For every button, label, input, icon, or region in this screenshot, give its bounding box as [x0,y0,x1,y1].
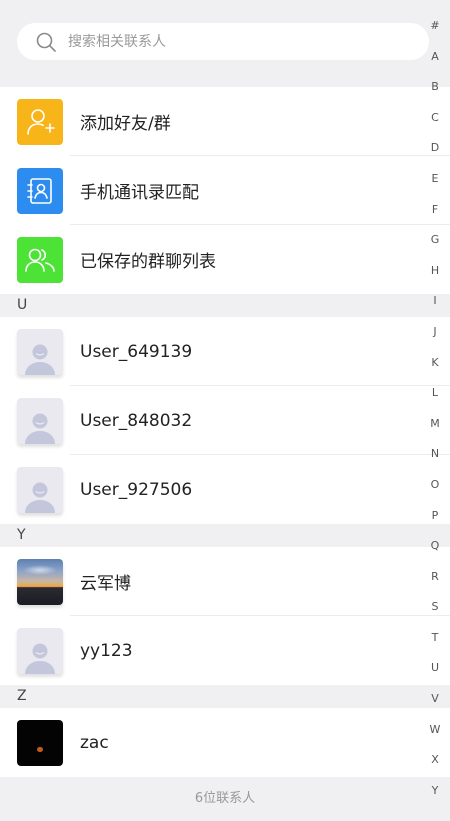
index-letter[interactable]: H [420,256,450,287]
contact-name: zac [80,732,109,753]
phone-contacts-icon [17,167,63,214]
index-letter[interactable]: F [420,195,450,226]
index-letter[interactable]: T [420,623,450,654]
index-letter[interactable]: Q [420,531,450,562]
contact-name: User_848032 [80,410,193,431]
index-letter[interactable]: S [420,592,450,623]
saved-groups-row[interactable]: 已保存的群聊列表 [0,225,450,294]
index-letter[interactable]: E [420,164,450,195]
index-letter[interactable]: X [420,745,450,776]
index-letter[interactable]: K [420,348,450,379]
add-friend-row[interactable]: 添加好友/群 [0,87,450,156]
contact-row[interactable]: User_649139 [0,317,450,386]
index-letter[interactable]: M [420,409,450,440]
section-header-u: U [0,294,450,317]
index-letter[interactable]: P [420,501,450,532]
contact-count: 6位联系人 [194,791,256,806]
search-bar-area [0,0,450,86]
search-icon [36,32,56,52]
index-letter[interactable]: B [420,72,450,103]
add-friend-label: 添加好友/群 [80,114,171,134]
contact-row[interactable]: User_927506 [0,455,450,524]
saved-groups-label: 已保存的群聊列表 [80,252,216,272]
contact-row[interactable]: User_848032 [0,386,450,455]
add-friend-icon [17,98,63,145]
contact-name: yy123 [80,640,133,661]
phone-contacts-label: 手机通讯录匹配 [80,183,199,203]
default-avatar-icon [17,328,63,375]
search-input[interactable] [66,32,390,51]
phone-contacts-row[interactable]: 手机通讯录匹配 [0,156,450,225]
contact-name: User_927506 [80,479,193,500]
contact-name: User_649139 [80,341,193,362]
index-letter[interactable]: N [420,439,450,470]
saved-groups-icon [17,236,63,283]
contact-row[interactable]: zac [0,708,450,777]
section-header-z: Z [0,685,450,708]
default-avatar-icon [17,466,63,513]
index-letter[interactable]: W [420,715,450,746]
search-box[interactable] [17,23,429,60]
index-letter[interactable]: D [420,133,450,164]
default-avatar-icon [17,627,63,674]
contact-row[interactable]: yy123 [0,616,450,685]
photo-avatar [17,558,63,605]
contact-row[interactable]: 云军博 [0,547,450,616]
index-letter[interactable]: J [420,317,450,348]
contact-name: 云军博 [80,574,131,594]
index-letter[interactable]: C [420,103,450,134]
index-letter[interactable]: U [420,653,450,684]
index-letter[interactable]: Y [420,776,450,807]
section-header-y: Y [0,524,450,547]
index-letter[interactable]: L [420,378,450,409]
index-letter[interactable]: G [420,225,450,256]
default-avatar-icon [17,397,63,444]
contact-list: 添加好友/群 手机通讯录匹配 已保存的群聊列表 U User_649139 Us… [0,87,450,807]
index-letter[interactable]: V [420,684,450,715]
index-letter[interactable]: R [420,562,450,593]
index-letter[interactable]: O [420,470,450,501]
index-letter[interactable]: I [420,286,450,317]
index-letter[interactable]: A [420,42,450,73]
alphabet-index-bar[interactable]: # A B C D E F G H I J K L M N O P Q R S T U V W X Y [420,11,450,800]
index-letter[interactable]: # [420,11,450,42]
photo-avatar [17,719,63,766]
